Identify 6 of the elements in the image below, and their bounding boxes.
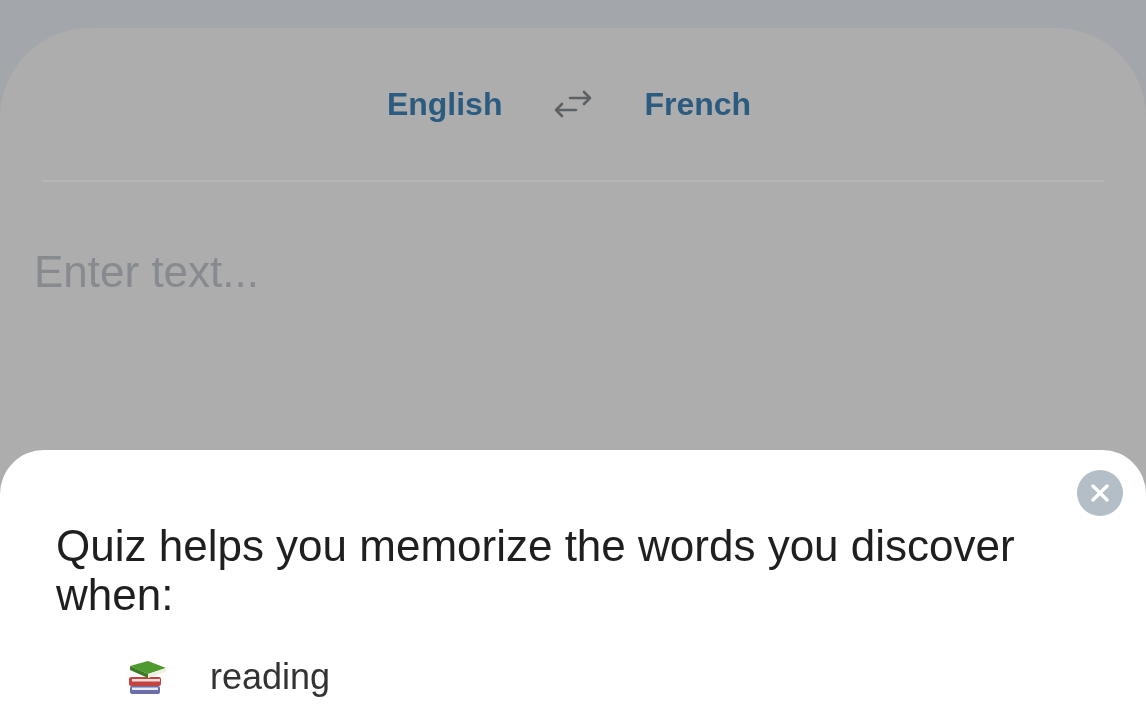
close-button[interactable] [1077,470,1123,516]
target-language-button[interactable]: French [644,88,752,120]
quiz-item-label: reading [210,655,331,699]
source-language-button[interactable]: English [386,88,503,120]
close-icon [1091,484,1109,502]
quiz-description: Quiz helps you memorize the words you discover when: [56,521,1016,619]
